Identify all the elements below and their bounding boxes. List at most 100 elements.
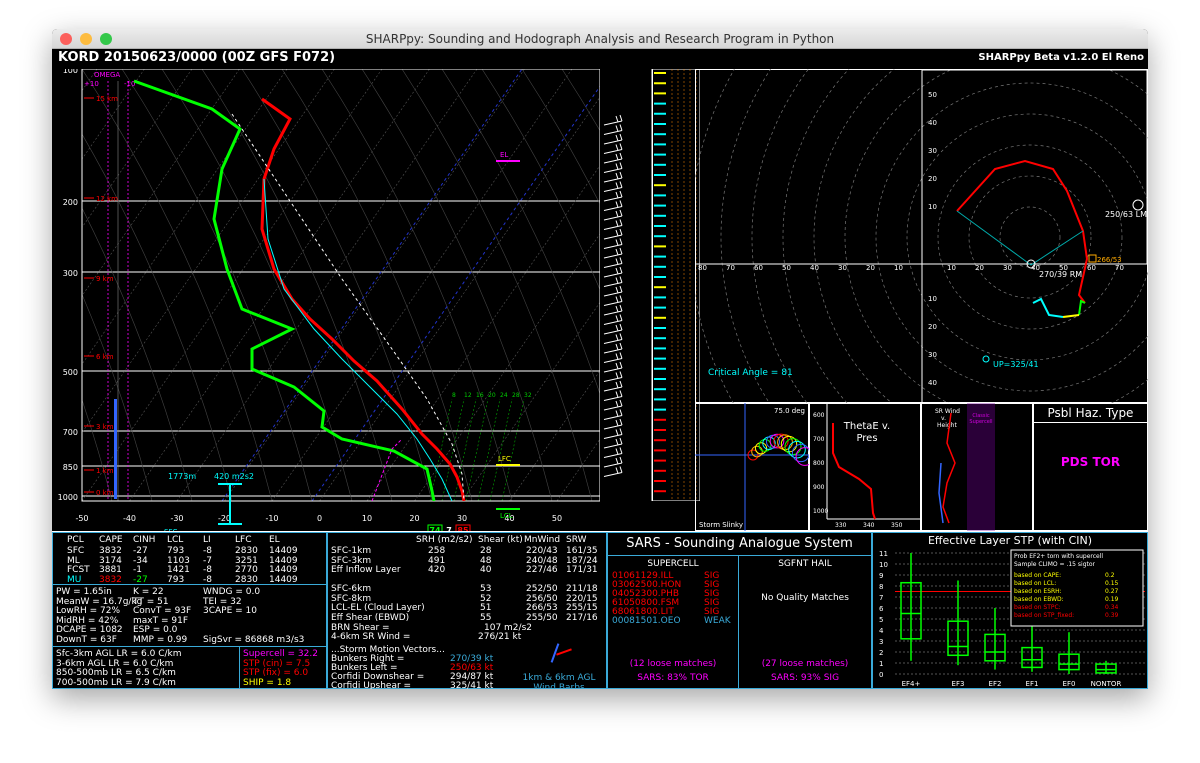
composite-index: STP (fix) = 6.0 xyxy=(243,668,309,678)
stp-prob-label: based on CAPE: xyxy=(1014,572,1061,579)
isotherm xyxy=(509,370,600,501)
kin-cell: LCL-EL (Cloud Layer) xyxy=(331,603,425,613)
slinky-label: Storm Slinky xyxy=(699,521,743,529)
stp-y: 4 xyxy=(879,627,884,635)
up-marker xyxy=(982,355,990,363)
dry-adiabat xyxy=(161,69,353,501)
kin-cell: Eff Shear (EBWD) xyxy=(331,612,410,623)
sep xyxy=(239,647,240,689)
dry-adiabat xyxy=(561,69,600,132)
dry-adiabat xyxy=(481,69,600,291)
omega-label: OMEGA xyxy=(94,71,120,79)
pcl-stat: WNDG = 0.0 xyxy=(203,587,261,597)
isotherm-minus20 xyxy=(221,69,523,501)
lm-marker xyxy=(1132,199,1144,211)
pcl-header: LCL xyxy=(167,535,184,545)
hazard-value: PDS TOR xyxy=(1060,455,1121,469)
pcl-stat: MidRH = 42% xyxy=(56,615,119,626)
kin-cell: 217/16 xyxy=(566,612,598,623)
mixing-ratio-label: 16 xyxy=(476,392,484,399)
pcl-stat: 3CAPE = 10 xyxy=(203,606,257,616)
height-label: 12 km xyxy=(96,195,118,203)
hodo-tick: 10 xyxy=(928,203,937,211)
kin-cell: 252/50 xyxy=(526,584,558,594)
stp-y: 7 xyxy=(879,594,883,602)
pressure-label: 100 xyxy=(63,69,78,75)
skewt-panel[interactable]: 1002003005007008501000-50 -40 -30 -20 -10 0 10… xyxy=(52,69,600,531)
srw-title: v. xyxy=(941,415,946,422)
motion-value: 325/41 kt xyxy=(450,681,494,689)
mixing-ratio-label: 28 xyxy=(512,392,520,399)
kin-cell: SFC-1km xyxy=(331,546,372,556)
thetae-title: Pres xyxy=(856,433,877,444)
title-bar: SHARPpy: Sounding and Hodograph Analysis… xyxy=(52,29,1148,49)
isotherm xyxy=(82,69,240,297)
pcl-cell: 14409 xyxy=(269,546,298,556)
isotherm xyxy=(82,69,335,434)
thetae-y: 900 xyxy=(813,484,825,491)
mixing-ratio-line xyxy=(489,398,513,501)
pcl-cell: 14409 xyxy=(269,565,298,575)
hodo-tick: 10 xyxy=(947,264,956,272)
stp-y: 1 xyxy=(879,660,883,668)
thetae-y: 700 xyxy=(813,436,825,443)
parcel-table-panel: PCL CAPE CINH LCL LI LFC EL SFC 3832 -27 793 -8 2830… xyxy=(52,532,327,689)
omega-bar xyxy=(114,399,117,499)
pcl-stat: MMP = 0.99 xyxy=(133,634,188,645)
dry-adiabat xyxy=(82,69,273,501)
pcl-stat: ESP = 0.0 xyxy=(133,625,178,635)
kin-cell: 220/15 xyxy=(566,593,598,604)
hazard-type-panel: Psbl Haz. Type PDS TOR xyxy=(1033,403,1148,531)
pressure-label: 850 xyxy=(63,463,78,472)
pcl-cell: 3832 xyxy=(99,546,122,556)
stp-title: Effective Layer STP (with CIN) xyxy=(927,534,1093,547)
sounding-header: KORD 20150623/0000 (00Z GFS F072) SHARPp… xyxy=(52,49,1148,69)
kinematics-panel: SRH (m2/s2) Shear (kt) MnWind SRW SFC-1km 258… xyxy=(327,532,607,689)
sars-panel: SARS - Sounding Analogue System SUPERCELL… xyxy=(607,532,872,689)
hodo-tick: 50 xyxy=(928,91,937,99)
kin-cell: 420 xyxy=(428,565,446,575)
pcl-cell: -34 xyxy=(133,555,148,566)
kin-cell: 171/31 xyxy=(566,565,598,575)
isotherm xyxy=(176,69,478,501)
hodo-tick: 10 xyxy=(928,295,937,303)
stp-y: 5 xyxy=(879,616,883,624)
sep xyxy=(652,69,653,501)
inferred-temp-advection: Inf. Temp.Adv. (C/hr)-0.40.81.63.26.412.… xyxy=(651,69,700,501)
temp-label: 0 xyxy=(317,514,322,523)
stp-y: 2 xyxy=(879,649,883,657)
pcl-stat: DownT = 63F xyxy=(56,634,117,645)
hodo-tick: 70 xyxy=(726,264,735,272)
hodo-trace-6-9 xyxy=(1062,314,1080,318)
dry-adiabat xyxy=(281,69,473,501)
hodograph[interactable]: 80 70 60 50 40 30 20 10 10 20 30 40 50 60 705040302010… xyxy=(695,69,1148,403)
stp-y: 8 xyxy=(879,583,883,591)
hodo-tick: 20 xyxy=(928,175,937,183)
pcl-cell: 793 xyxy=(167,546,185,556)
isotherm xyxy=(271,69,573,501)
srw-profile-blue xyxy=(938,462,944,524)
stp-prob-value: 0.15 xyxy=(1105,580,1119,587)
stp-prob-label: based on STP_fixed: xyxy=(1014,612,1074,619)
pcl-cell: 3832 xyxy=(99,574,122,585)
sharppy-window: SHARPpy: Sounding and Hodograph Analysis… xyxy=(52,29,1148,689)
pcl-stat: PW = 1.65in xyxy=(56,587,112,597)
sep xyxy=(53,646,326,647)
dry-adiabat xyxy=(401,69,593,501)
hodo-ring xyxy=(999,206,1061,268)
pcl-cell: -8 xyxy=(203,574,212,585)
pcl-stat: maxT = 91F xyxy=(133,615,188,626)
lapse-rate: Sfc-3km AGL LR = 6.0 C/km xyxy=(56,649,182,659)
hodo-trace-9-12 xyxy=(1032,297,1064,318)
lfc-label: LFC xyxy=(498,455,511,463)
dewpoint-profile xyxy=(133,79,436,501)
kin-cell: 255/50 xyxy=(526,612,558,623)
stp-x: EF4+ xyxy=(902,680,921,688)
mixing-ratio-line xyxy=(501,398,525,501)
stp-legend-text: Sample CLIMO = .15 sigtor xyxy=(1014,561,1096,568)
lapse-rate: 850-500mb LR = 6.5 C/km xyxy=(56,668,176,678)
pressure-label: 500 xyxy=(63,368,78,377)
height-label: 3 km xyxy=(96,423,114,431)
temp-label: -40 xyxy=(123,514,136,523)
storm-slinky: 75.0 deg Storm Slinky xyxy=(695,403,809,531)
